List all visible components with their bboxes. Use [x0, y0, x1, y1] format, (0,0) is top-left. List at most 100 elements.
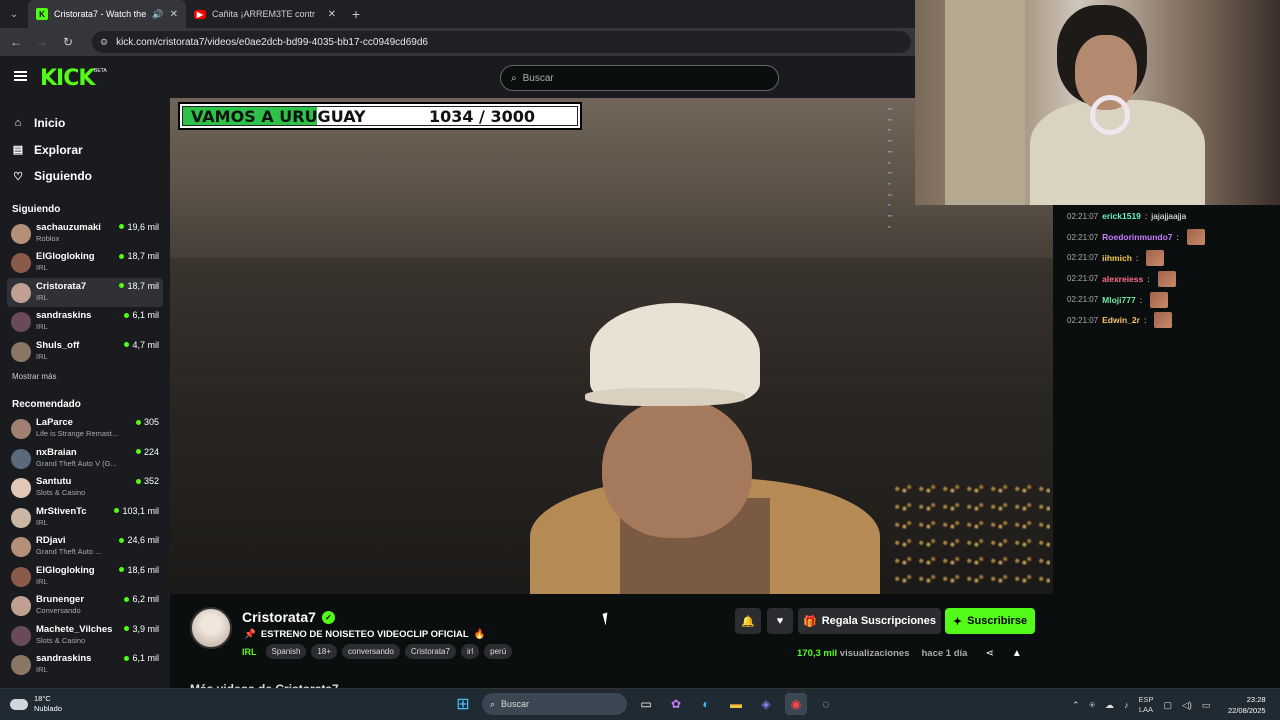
clock[interactable]: 23:28 22/08/2025 [1228, 694, 1266, 716]
new-tab-button[interactable]: + [344, 6, 368, 22]
report-icon[interactable]: ▲ [1012, 648, 1022, 659]
channel-item[interactable]: sandraskins IRL 6,1 mil [7, 307, 163, 337]
uploaded-ago: hace 1 día [921, 648, 968, 659]
tag[interactable]: irl [460, 644, 480, 659]
tab-kick[interactable]: K Cristorata7 - Watch the VO 🔊 ✕ [28, 0, 186, 28]
monitor-icon[interactable]: ▢ [1163, 700, 1172, 711]
channel-name: nxBraian [36, 446, 77, 458]
speaker-icon[interactable]: 🔊 [152, 9, 163, 20]
notification-button[interactable]: 🔔 [735, 608, 761, 634]
channel-name: ElGlogloking [36, 251, 95, 262]
viewer-count: 18,6 mil [119, 565, 159, 575]
channel-item[interactable]: nxBraian Grand Theft Auto V (G... 224 [7, 444, 163, 474]
channel-item[interactable]: Santutu Slots & Casino 352 [7, 473, 163, 503]
headphones [1090, 95, 1130, 135]
tag[interactable]: Spanish [265, 644, 307, 659]
bell-icon: 🔔 [741, 615, 755, 628]
volume-icon[interactable]: ◁) [1182, 700, 1192, 711]
battery-icon[interactable]: ▭ [1202, 700, 1211, 711]
reload-icon[interactable]: ↻ [60, 35, 76, 49]
weather-widget[interactable]: 18°C Nublado [10, 694, 62, 714]
forward-icon[interactable]: → [34, 35, 50, 49]
tab-youtube[interactable]: ▶ Cañita ¡ARREM3TE contr ✕ [186, 0, 344, 28]
share-icon[interactable]: ⋖ [985, 648, 993, 659]
channel-category: IRL [36, 576, 48, 586]
url-field[interactable]: ⚙ kick.com/cristorata7/videos/e0ae2dcb-b… [92, 31, 911, 53]
nav-explorar[interactable]: ▤ Explorar [0, 137, 170, 164]
tag[interactable]: conversando [342, 644, 400, 659]
mic-icon[interactable]: ♪ [1124, 700, 1129, 710]
following-heading: Siguiendo [12, 203, 61, 215]
channel-name: sachauzumaki [36, 221, 101, 233]
channel-item[interactable]: ElGlogloking IRL 18,6 mil [7, 562, 163, 592]
channel-item[interactable]: sachauzumaki Roblox 19,6 mil [7, 219, 163, 249]
channel-name: Machete_Vilches [36, 623, 113, 635]
channel-item[interactable]: ElGlogloking IRL 18,7 mil [7, 248, 163, 278]
chat-time: 02:21:07 [1067, 253, 1099, 263]
channel-category: IRL [36, 292, 48, 302]
chat-panel: 02:21:07 erick1519: jajajjaajja 02:21:07… [1053, 205, 1280, 688]
show-more-link[interactable]: Mostrar más [0, 372, 170, 381]
chat-username[interactable]: iihmich [1102, 253, 1132, 263]
chrome-icon[interactable]: ◉ [785, 693, 807, 715]
avatar [11, 566, 31, 587]
vpn-icon[interactable]: ⍟ [1090, 700, 1095, 711]
nav-siguiendo[interactable]: ♡ Siguiendo [0, 163, 170, 190]
browser-tab-bar: ⌄ K Cristorata7 - Watch the VO 🔊 ✕ ▶ Cañ… [0, 0, 915, 28]
tab-search-icon[interactable]: ⌄ [0, 0, 28, 28]
goal-overlay: VAMOS A URUGUAY 1034 / 3000 [178, 102, 582, 130]
chat-username[interactable]: erick1519 [1102, 211, 1141, 221]
channel-item[interactable]: Shuls_off IRL 4,7 mil [7, 337, 163, 367]
channel-name: Cristorata7 [36, 280, 87, 292]
avatar [11, 253, 31, 273]
channel-item[interactable]: LaParce Life is Strange Remast... 305 [7, 414, 163, 444]
chat-username[interactable]: Roedorinmundo7 [1102, 232, 1172, 242]
channel-item[interactable]: Machete_Vilches Slots & Casino 3,9 mil [7, 621, 163, 651]
avatar [11, 655, 31, 675]
channel-category: IRL [36, 517, 48, 527]
kick-logo[interactable]: KICK [40, 66, 95, 91]
cloud-sync-icon[interactable]: ☁ [1105, 700, 1114, 711]
channel-item[interactable]: MrStivenTc IRL 103,1 mil [7, 503, 163, 533]
app-icon[interactable]: ◌ [815, 693, 837, 715]
tag[interactable]: 18+ [311, 644, 337, 659]
chat-time: 02:21:07 [1067, 315, 1099, 325]
tag[interactable]: perú [484, 644, 513, 659]
back-icon[interactable]: ← [8, 35, 24, 49]
channel-item[interactable]: RDjavi Grand Theft Auto ... 24,6 mil [7, 532, 163, 562]
avatar [11, 282, 31, 303]
chat-username[interactable]: Mloji777 [1102, 295, 1136, 305]
windows-start-icon[interactable]: ⊞ [452, 693, 474, 715]
channel-category: Grand Theft Auto V (G... [36, 458, 117, 468]
edge-icon[interactable]: ◐ [695, 693, 717, 715]
close-tab-icon[interactable]: ✕ [170, 9, 178, 20]
search-input[interactable]: ⌕ Buscar [500, 65, 779, 91]
channel-name: Shuls_off [36, 339, 80, 351]
copilot-icon[interactable]: ✿ [665, 693, 687, 715]
channel-item[interactable]: sandraskins IRL 6,1 mil [7, 650, 163, 680]
category-link[interactable]: IRL [242, 647, 257, 657]
streamer-face [602, 398, 752, 538]
channel-avatar[interactable] [190, 607, 232, 649]
emote-icon [1154, 312, 1173, 329]
chevron-up-icon[interactable]: ⌃ [1072, 700, 1080, 711]
chat-username[interactable]: Edwin_2r [1102, 315, 1140, 325]
subscribe-button[interactable]: ✦ Suscribirse [945, 608, 1035, 634]
tag[interactable]: Cristorata7 [404, 644, 456, 659]
task-view-icon[interactable]: ▭ [635, 693, 657, 715]
chat-username[interactable]: alexreiess [1102, 274, 1143, 284]
close-tab-icon[interactable]: ✕ [328, 9, 336, 20]
taskbar-search[interactable]: ⌕ Buscar [482, 693, 627, 715]
channel-item[interactable]: Brunenger Conversando 6,2 mil [7, 591, 163, 621]
channel-item[interactable]: Cristorata7 IRL 18,7 mil [7, 277, 163, 307]
nav-inicio[interactable]: ⌂ Inicio [0, 110, 170, 137]
follow-button[interactable]: ♥ [767, 608, 793, 634]
gift-subs-button[interactable]: 🎁 Regala Suscripciones [798, 608, 941, 634]
viewer-count: 305 [136, 417, 159, 427]
channel-name[interactable]: Cristorata7 [242, 609, 316, 625]
menu-icon[interactable] [14, 71, 27, 81]
file-explorer-icon[interactable]: ▬ [725, 693, 747, 715]
teams-icon[interactable]: ◈ [755, 693, 777, 715]
language-indicator[interactable]: ESP LAA [1138, 695, 1153, 715]
site-info-icon[interactable]: ⚙ [100, 37, 108, 48]
